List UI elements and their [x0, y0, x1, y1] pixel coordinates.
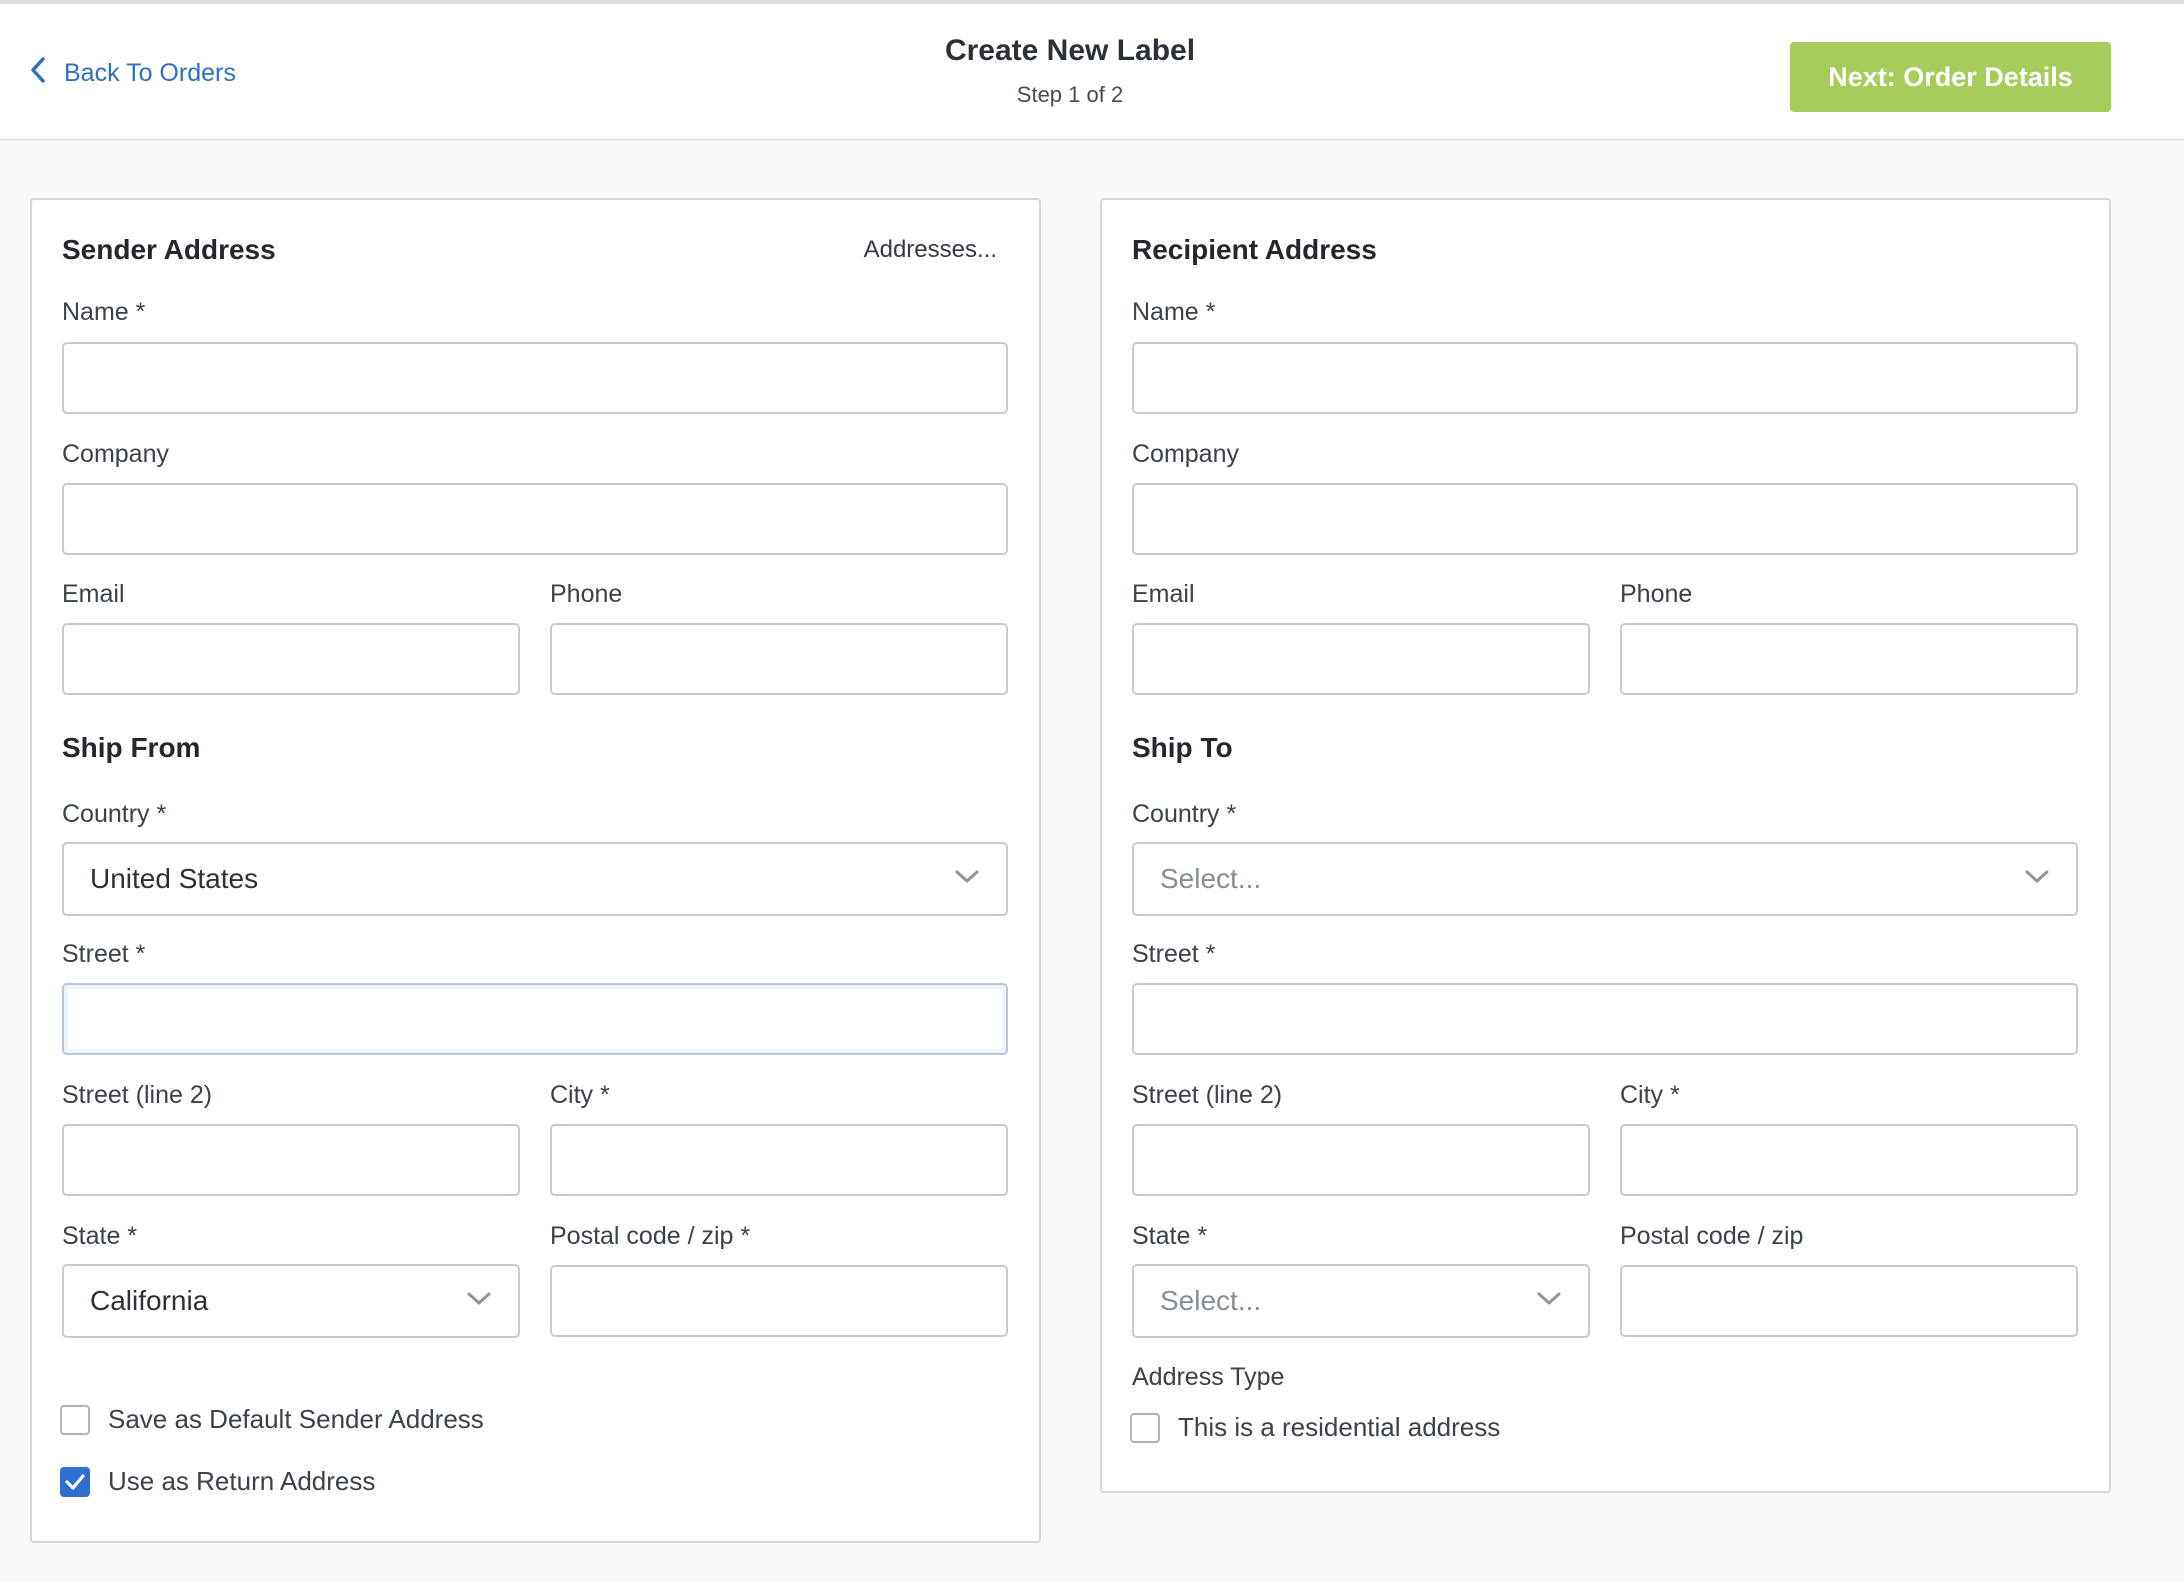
recipient-address-panel: Recipient Address Name * Company Email P…	[1100, 198, 2111, 1493]
sender-country-select[interactable]: United States	[62, 842, 1008, 916]
sender-street2-label: Street (line 2)	[62, 1081, 213, 1109]
sender-street-input[interactable]	[62, 983, 1008, 1055]
recipient-city-input[interactable]	[1620, 1124, 2078, 1196]
recipient-street2-label: Street (line 2)	[1132, 1081, 1283, 1109]
addresses-link[interactable]: Addresses...	[864, 236, 997, 264]
sender-phone-input[interactable]	[550, 623, 1008, 695]
chevron-down-icon	[466, 1291, 492, 1312]
sender-company-label: Company	[62, 440, 169, 468]
residential-address-label: This is a residential address	[1178, 1412, 1501, 1442]
top-header-bar: Back To Orders Create New Label Step 1 o…	[0, 0, 2184, 140]
address-type-label: Address Type	[1132, 1363, 1285, 1391]
ship-from-heading: Ship From	[62, 732, 201, 763]
recipient-email-input[interactable]	[1132, 623, 1590, 695]
sender-state-value: California	[90, 1285, 209, 1316]
recipient-country-label: Country *	[1132, 800, 1237, 828]
sender-street-label: Street *	[62, 940, 146, 968]
sender-country-value: United States	[90, 863, 259, 894]
recipient-street-label: Street *	[1132, 940, 1216, 968]
recipient-name-label: Name *	[1132, 298, 1216, 326]
sender-city-input[interactable]	[550, 1124, 1008, 1196]
recipient-state-placeholder: Select...	[1160, 1285, 1262, 1316]
checkmark-icon	[65, 1473, 85, 1490]
recipient-street2-input[interactable]	[1132, 1124, 1590, 1196]
sender-name-input[interactable]	[62, 342, 1008, 414]
recipient-postal-label: Postal code / zip	[1620, 1222, 1804, 1250]
sender-email-label: Email	[62, 580, 125, 608]
sender-state-select[interactable]: California	[62, 1264, 520, 1338]
use-return-address-checkbox-row[interactable]: Use as Return Address	[60, 1466, 375, 1497]
save-default-label: Save as Default Sender Address	[108, 1404, 484, 1434]
chevron-down-icon	[954, 869, 980, 890]
residential-address-checkbox-row[interactable]: This is a residential address	[1130, 1412, 1500, 1443]
sender-city-label: City *	[550, 1081, 610, 1109]
recipient-street-input[interactable]	[1132, 983, 2078, 1055]
recipient-city-label: City *	[1620, 1081, 1680, 1109]
recipient-company-label: Company	[1132, 440, 1239, 468]
sender-address-panel: Sender Address Addresses... Name * Compa…	[30, 198, 1041, 1543]
sender-panel-title: Sender Address	[62, 234, 276, 265]
recipient-company-input[interactable]	[1132, 483, 2078, 555]
recipient-postal-input[interactable]	[1620, 1265, 2078, 1337]
save-default-checkbox[interactable]	[60, 1404, 90, 1435]
sender-phone-label: Phone	[550, 580, 623, 608]
sender-postal-label: Postal code / zip *	[550, 1222, 751, 1250]
recipient-country-select[interactable]: Select...	[1132, 842, 2078, 916]
chevron-down-icon	[1536, 1291, 1562, 1312]
use-return-address-checkbox[interactable]	[60, 1466, 90, 1497]
sender-street2-input[interactable]	[62, 1124, 520, 1196]
next-order-details-button[interactable]: Next: Order Details	[1790, 42, 2111, 112]
residential-address-checkbox[interactable]	[1130, 1412, 1160, 1443]
sender-company-input[interactable]	[62, 483, 1008, 555]
sender-country-label: Country *	[62, 800, 167, 828]
recipient-name-input[interactable]	[1132, 342, 2078, 414]
ship-to-heading: Ship To	[1132, 732, 1233, 763]
recipient-state-label: State *	[1132, 1222, 1208, 1250]
use-return-address-label: Use as Return Address	[108, 1466, 376, 1496]
sender-name-label: Name *	[62, 298, 146, 326]
sender-state-label: State *	[62, 1222, 138, 1250]
sender-postal-input[interactable]	[550, 1265, 1008, 1337]
recipient-email-label: Email	[1132, 580, 1195, 608]
recipient-phone-label: Phone	[1620, 580, 1693, 608]
sender-email-input[interactable]	[62, 623, 520, 695]
recipient-state-select[interactable]: Select...	[1132, 1264, 1590, 1338]
recipient-panel-title: Recipient Address	[1132, 234, 1377, 265]
recipient-country-placeholder: Select...	[1160, 863, 1262, 894]
chevron-down-icon	[2024, 869, 2050, 890]
save-default-sender-checkbox-row[interactable]: Save as Default Sender Address	[60, 1404, 484, 1435]
recipient-phone-input[interactable]	[1620, 623, 2078, 695]
